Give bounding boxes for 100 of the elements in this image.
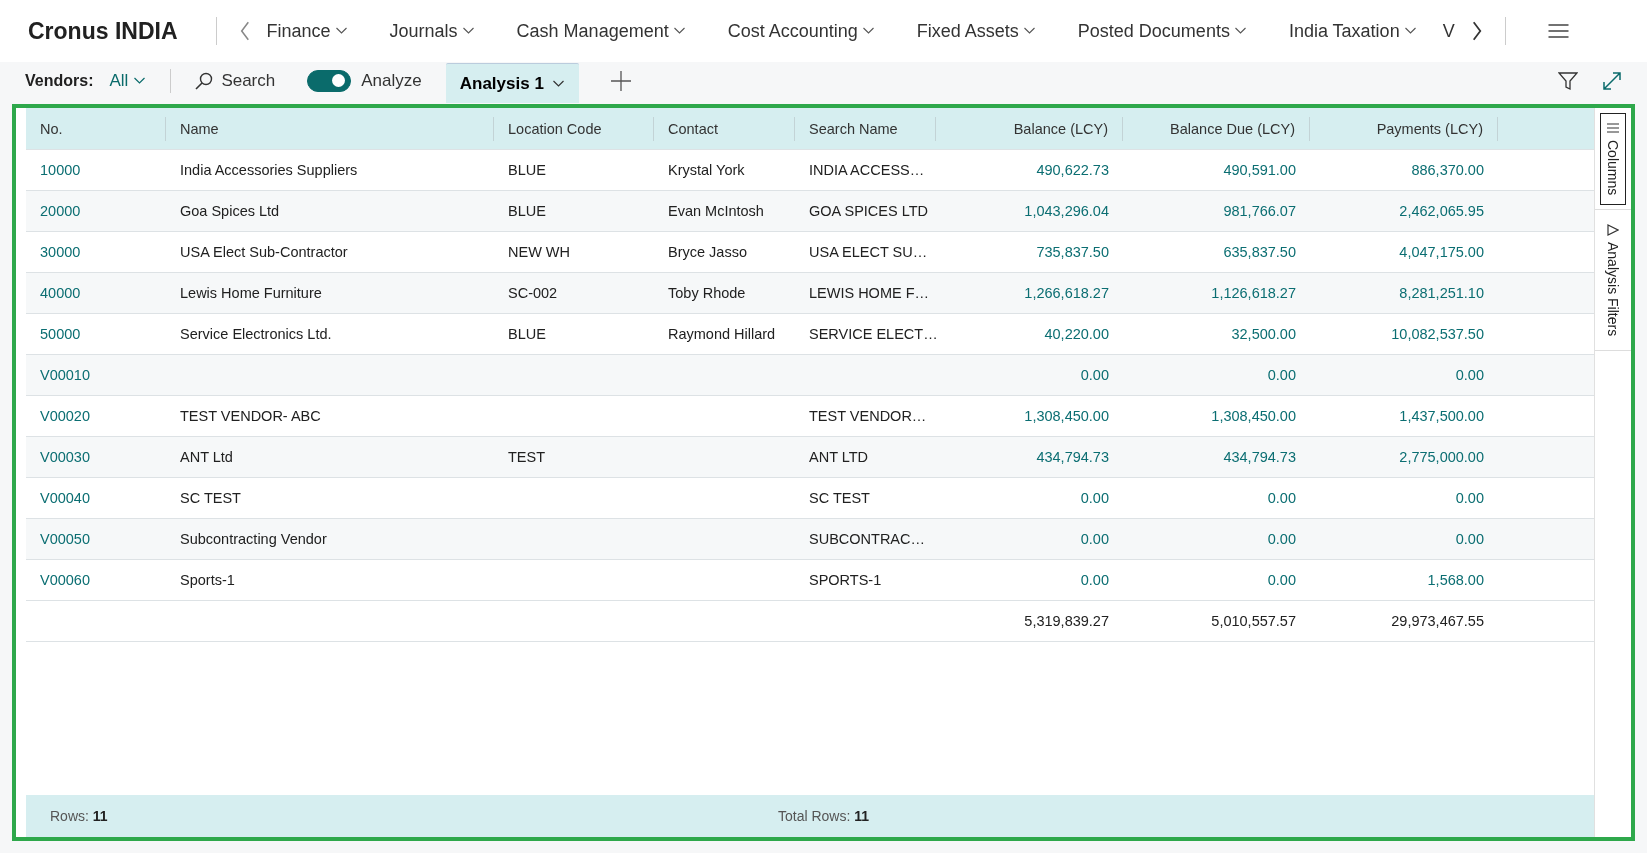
table-cell-text: SC TEST xyxy=(808,489,871,508)
column-header[interactable]: Name xyxy=(166,116,494,141)
nav-menu[interactable]: India Taxation xyxy=(1288,20,1417,42)
analyze-toggle[interactable] xyxy=(307,70,352,92)
table-cell-text: Bryce Jasso xyxy=(667,243,748,262)
table-cell-text: Goa Spices Ltd xyxy=(179,202,281,221)
vendor-number-link[interactable]: V00050 xyxy=(26,519,166,559)
table-cell-text: Sports-1 xyxy=(179,571,236,590)
chevron-down-icon xyxy=(1233,27,1247,35)
analyze-label: Analyze xyxy=(361,71,422,91)
table-cell-text: India Accessories Suppliers xyxy=(179,161,359,180)
chevron-down-icon xyxy=(672,27,686,35)
chevron-right-icon[interactable] xyxy=(1470,20,1483,42)
table-cell-text: Lewis Home Furniture xyxy=(179,284,323,303)
table-cell-text: 1,568.00 xyxy=(1426,571,1485,590)
column-header[interactable]: No. xyxy=(26,116,166,141)
total-cell-text: 5,010,557.57 xyxy=(1210,612,1297,631)
table-cell-text: Raymond Hillard xyxy=(667,325,777,344)
table-cell-text: 1,126,618.27 xyxy=(1210,284,1297,303)
table-cell-text: 0.00 xyxy=(1266,489,1297,508)
table-cell-text: 40,220.00 xyxy=(1043,325,1110,344)
nav-menu[interactable]: Fixed Assets xyxy=(916,20,1036,42)
table-cell-text: 0.00 xyxy=(1266,530,1297,549)
view-filter-dropdown[interactable]: All xyxy=(103,70,153,92)
vendor-number-link[interactable]: V00040 xyxy=(26,478,166,518)
menu-icon[interactable] xyxy=(1547,24,1569,38)
side-panel-tab[interactable]: Columns xyxy=(1595,108,1631,211)
nav-menu[interactable]: Posted Documents xyxy=(1077,20,1247,42)
table-cell-text: 0.00 xyxy=(1079,366,1110,385)
table-cell-text: Subcontracting Vendor xyxy=(179,530,328,549)
vendor-number-link[interactable]: 10000 xyxy=(26,150,166,190)
side-panel-tab[interactable]: Analysis Filters xyxy=(1595,210,1631,352)
table-cell-text: USA ELECT SU… xyxy=(808,243,929,262)
table-cell-text: BLUE xyxy=(507,161,547,180)
table-cell-text: 4,047,175.00 xyxy=(1398,243,1485,262)
table-cell-text: BLUE xyxy=(507,202,547,221)
vendor-number-link[interactable]: 30000 xyxy=(26,232,166,272)
table-cell-text: 981,766.07 xyxy=(1222,202,1297,221)
rows-count: Rows: 11 xyxy=(49,808,109,824)
table-cell-text: 0.00 xyxy=(1454,530,1485,549)
table-cell-text: 490,622.73 xyxy=(1035,161,1110,180)
column-header[interactable]: Balance Due (LCY) xyxy=(1123,116,1310,141)
chevron-down-icon xyxy=(1403,27,1417,35)
chevron-down-icon xyxy=(334,27,348,35)
nav-menu[interactable]: Journals xyxy=(389,20,475,42)
table-cell-text: ANT LTD xyxy=(808,448,870,467)
chevron-down-icon xyxy=(861,27,875,35)
table-cell-text: 490,591.00 xyxy=(1222,161,1297,180)
table-cell-text: 1,308,450.00 xyxy=(1210,407,1297,426)
table-cell-text: USA Elect Sub-Contractor xyxy=(179,243,349,262)
vendor-number-link[interactable]: V00020 xyxy=(26,396,166,436)
table-cell-text: GOA SPICES LTD xyxy=(808,202,929,221)
table-cell-text: 2,775,000.00 xyxy=(1398,448,1485,467)
nav-menu-overflow[interactable]: V xyxy=(1442,20,1455,42)
vendor-number-link[interactable]: V00010 xyxy=(26,355,166,395)
table-cell-text: 0.00 xyxy=(1079,530,1110,549)
table-cell-text: 1,308,450.00 xyxy=(1023,407,1110,426)
vendor-number-link[interactable]: V00060 xyxy=(26,560,166,600)
nav-menu[interactable]: Cost Accounting xyxy=(727,20,875,42)
table-cell-text: 10,082,537.50 xyxy=(1390,325,1485,344)
search-button[interactable]: Search xyxy=(189,70,282,92)
nav-menu[interactable]: Cash Management xyxy=(516,20,686,42)
table-cell-text: TEST xyxy=(507,448,547,467)
table-cell-text: 1,437,500.00 xyxy=(1398,407,1485,426)
table-cell-text: LEWIS HOME F… xyxy=(808,284,931,303)
vendor-number-link[interactable]: 40000 xyxy=(26,273,166,313)
column-header[interactable]: Balance (LCY) xyxy=(936,116,1123,141)
table-cell-text: 32,500.00 xyxy=(1230,325,1297,344)
vendor-number-link[interactable]: 20000 xyxy=(26,191,166,231)
vendors-label: Vendors: xyxy=(25,72,94,90)
table-cell-text: SUBCONTRAC… xyxy=(808,530,926,549)
table-cell-text: BLUE xyxy=(507,325,547,344)
expand-icon[interactable] xyxy=(1602,71,1622,91)
column-header[interactable]: Location Code xyxy=(494,116,654,141)
column-header[interactable]: Search Name xyxy=(795,116,936,141)
table-cell-text: TEST VENDOR- ABC xyxy=(179,407,322,426)
column-header[interactable]: Payments (LCY) xyxy=(1310,116,1498,141)
table-cell-text: SPORTS-1 xyxy=(808,571,883,590)
table-cell-text: 8,281,251.10 xyxy=(1398,284,1485,303)
analysis-tab[interactable]: Analysis 1 xyxy=(445,63,579,103)
search-icon xyxy=(195,72,214,90)
chevron-down-icon xyxy=(551,79,565,88)
chevron-left-icon[interactable] xyxy=(238,20,251,42)
company-name[interactable]: Cronus INDIA xyxy=(28,17,178,45)
add-icon[interactable] xyxy=(610,71,631,91)
table-cell-text: TEST VENDOR… xyxy=(808,407,928,426)
table-cell-text: ANT Ltd xyxy=(179,448,234,467)
chevron-down-icon xyxy=(461,27,475,35)
table-cell-text: INDIA ACCESS… xyxy=(808,161,926,180)
table-cell-text: 1,043,296.04 xyxy=(1023,202,1110,221)
filter-icon[interactable] xyxy=(1558,71,1578,91)
table-cell-text: 1,266,618.27 xyxy=(1023,284,1110,303)
table-cell-text: 0.00 xyxy=(1266,366,1297,385)
chevron-down-icon xyxy=(133,77,147,85)
table-cell-text: 0.00 xyxy=(1079,571,1110,590)
vendor-number-link[interactable]: 50000 xyxy=(26,314,166,354)
vendor-number-link[interactable]: V00030 xyxy=(26,437,166,477)
column-header[interactable]: Contact xyxy=(654,116,795,141)
table-cell-text: 434,794.73 xyxy=(1222,448,1297,467)
nav-menu[interactable]: Finance xyxy=(266,20,348,42)
